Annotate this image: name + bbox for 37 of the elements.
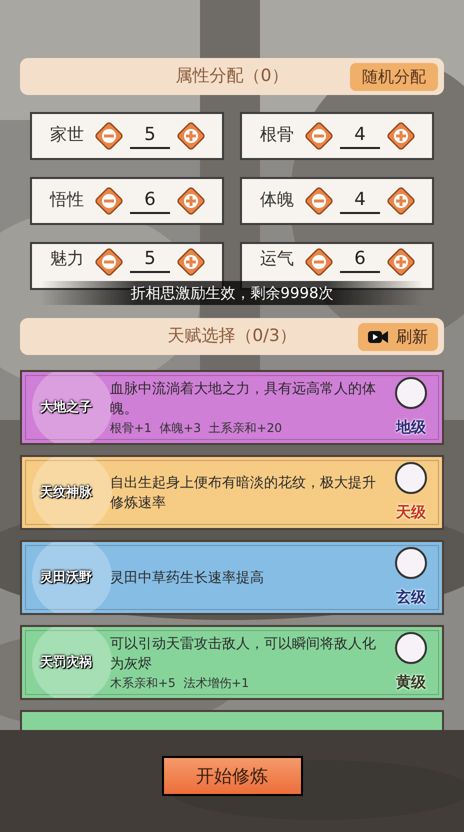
talent-name: 天罚灾祸 — [40, 654, 92, 672]
talent-name: 天纹神脉 — [40, 484, 92, 502]
talent-grade: 玄级 — [396, 586, 426, 608]
toast-text: 折相思激励生效，剩余9998次 — [130, 283, 334, 303]
attribute-value[interactable]: 6 — [130, 188, 170, 214]
attribute-value[interactable]: 4 — [340, 123, 380, 149]
talent-bonus: 根骨+1 体魄+3 土系亲和+20 — [110, 420, 283, 436]
attribute-label: 根骨 — [260, 124, 295, 148]
talent-card[interactable]: 天纹神脉 自出生起身上便布有暗淡的花纹，极大提升修炼速率 天级 — [20, 455, 444, 530]
attribute-value[interactable]: 4 — [340, 188, 380, 214]
talent-grade: 黄级 — [396, 672, 426, 692]
talent-description: 自出生起身上便布有暗淡的花纹，极大提升修炼速率 — [110, 474, 377, 512]
attribute-label: 体魄 — [260, 189, 295, 212]
section-title: 天赋选择（0/3） — [167, 324, 297, 348]
attribute-label: 魅力 — [50, 248, 85, 271]
attribute-value[interactable]: 6 — [340, 247, 380, 273]
random-assign-button[interactable]: 随机分配 — [350, 62, 438, 90]
talent-grade: 地级 — [396, 416, 426, 438]
attribute-value[interactable]: 5 — [130, 123, 170, 149]
talent-name: 灵田沃野 — [40, 568, 92, 587]
start-cultivation-button[interactable]: 开始修炼 — [162, 756, 302, 796]
talent-description: 灵田中草药生长速率提高 — [110, 568, 265, 588]
attribute-label: 悟性 — [50, 189, 85, 212]
refresh-button[interactable]: 刷新 — [358, 322, 438, 350]
attribute-label: 家世 — [50, 124, 85, 148]
video-icon — [368, 330, 388, 344]
talent-card[interactable]: 天罚灾祸 可以引动天雷攻击敌人，可以瞬间将敌人化为灰烬 木系亲和+5 法术增伤+1 黄级 — [20, 625, 444, 700]
attribute-value[interactable]: 5 — [130, 247, 170, 273]
talent-name: 大地之子 — [40, 398, 92, 417]
talent-grade: 天级 — [396, 502, 426, 522]
talent-card[interactable]: 灵田沃野 灵田中草药生长速率提高 玄级 — [20, 540, 444, 615]
section-title: 属性分配（0） — [176, 64, 288, 88]
attribute-label: 运气 — [260, 248, 295, 271]
talent-bonus: 木系亲和+5 法术增伤+1 — [110, 674, 250, 692]
talent-description: 血脉中流淌着大地之力，具有远高常人的体魄。 — [110, 380, 377, 418]
talent-description: 可以引动天雷攻击敌人，可以瞬间将敌人化为灰烬 — [110, 634, 377, 674]
talent-card[interactable]: 大地之子 血脉中流淌着大地之力，具有远高常人的体魄。 根骨+1 体魄+3 土系亲和+20 地级 — [20, 370, 444, 445]
